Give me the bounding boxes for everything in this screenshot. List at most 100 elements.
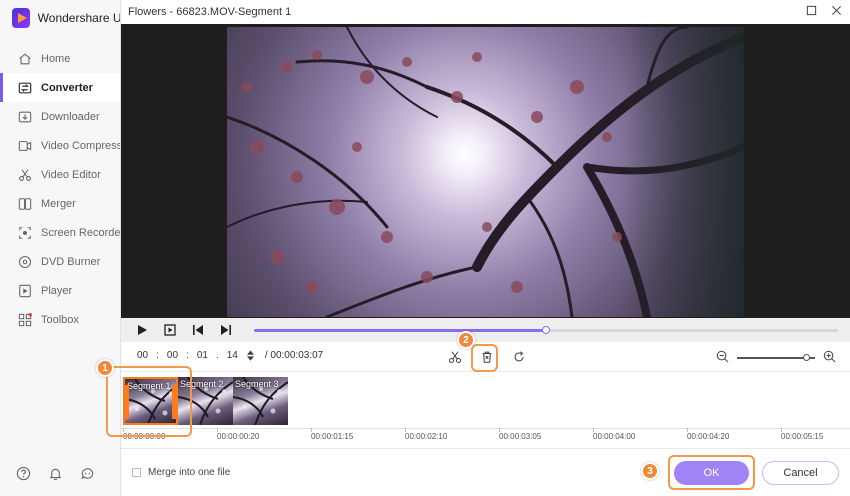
sidebar-nav: Home Converter Downloader Video Compresso Vi… (0, 44, 120, 334)
record-icon (18, 226, 32, 240)
timecode-stepper[interactable] (246, 350, 254, 361)
dialog-footer: Merge into one file OK Cancel (121, 448, 850, 496)
sidebar-item-label: Converter (41, 81, 93, 94)
timecode-minutes[interactable]: 00 (167, 350, 178, 361)
playback-controls (121, 318, 850, 342)
sidebar-item-dvd-burner[interactable]: DVD Burner (0, 247, 120, 276)
merge-icon (18, 197, 32, 211)
segment-thumbnail-1[interactable]: Segment 1 (123, 377, 178, 425)
segment-thumbnail-3[interactable]: Segment 3 (233, 377, 288, 425)
help-icon[interactable] (16, 466, 31, 484)
zoom-in-icon[interactable] (823, 350, 836, 366)
ok-button[interactable]: OK (674, 461, 749, 485)
ruler-tick-label: 00:00:04:20 (687, 432, 730, 441)
sidebar-item-label: Merger (41, 197, 76, 210)
sidebar-item-label: Video Compresso (41, 139, 120, 152)
segment-timeline: Segment 1 Segment 2 Segment 3 00:00:00:00 0… (121, 372, 850, 447)
sidebar-item-merger[interactable]: Merger (0, 189, 120, 218)
sidebar-bottom-bar (16, 466, 95, 484)
playback-progress-bar[interactable] (254, 326, 838, 334)
sidebar-item-toolbox[interactable]: Toolbox (0, 305, 120, 334)
disc-icon (18, 255, 32, 269)
blossom-branches-illustration (227, 27, 744, 317)
callout-badge-3: 3 (641, 462, 659, 480)
maximize-icon[interactable] (806, 5, 817, 19)
scissors-icon (18, 168, 32, 182)
progress-fill (254, 329, 546, 332)
home-icon (18, 52, 32, 66)
sidebar-item-label: Toolbox (41, 313, 79, 326)
segment-label: Segment 1 (127, 381, 171, 391)
sidebar-item-video-editor[interactable]: Video Editor (0, 160, 120, 189)
timecode-frames[interactable]: 14 (227, 350, 238, 361)
sidebar-item-player[interactable]: Player (0, 276, 120, 305)
app-window: Wondershare Uni Home Converter Downloader V… (0, 0, 850, 496)
sidebar-item-screen-recorder[interactable]: Screen Recorder (0, 218, 120, 247)
ruler-tick-label: 00:00:00:20 (217, 432, 260, 441)
time-ruler: 00:00:00:00 00:00:00:20 00:00:01:15 00:00:0… (121, 428, 850, 446)
sidebar-item-label: Video Editor (41, 168, 101, 181)
reset-icon[interactable] (510, 348, 528, 366)
edit-toolbar: 00 : 00 : 01 . 14 / 00:00:03:07 (121, 342, 850, 372)
merge-label: Merge into one file (148, 467, 231, 478)
dialog-title: Flowers - 66823.MOV-Segment 1 (128, 6, 292, 18)
sidebar-item-converter[interactable]: Converter (0, 73, 120, 102)
progress-handle[interactable] (542, 326, 550, 334)
callout-badge-1: 1 (96, 359, 114, 377)
video-player (121, 24, 850, 318)
zoom-slider-handle[interactable] (802, 354, 810, 361)
bell-icon[interactable] (48, 466, 63, 484)
sidebar-item-label: Home (41, 52, 71, 65)
stop-icon[interactable] (163, 323, 177, 337)
sidebar: Wondershare Uni Home Converter Downloader V… (0, 0, 121, 496)
cancel-button[interactable]: Cancel (762, 461, 839, 485)
dialog-titlebar: Flowers - 66823.MOV-Segment 1 (121, 0, 850, 24)
zoom-out-icon[interactable] (716, 350, 729, 366)
delete-segment-icon[interactable] (478, 348, 496, 366)
previous-frame-icon[interactable] (191, 323, 205, 337)
ruler-tick-label: 00:00:03:05 (499, 432, 542, 441)
timeline-zoom (716, 350, 836, 366)
download-icon (18, 110, 32, 124)
total-duration: / 00:00:03:07 (264, 350, 324, 361)
merge-checkbox[interactable] (132, 468, 141, 477)
chevron-up-icon[interactable] (246, 350, 254, 355)
ruler-tick-label: 00:00:04:00 (593, 432, 636, 441)
close-icon[interactable] (831, 5, 842, 19)
zoom-slider[interactable] (737, 354, 815, 361)
chevron-down-icon[interactable] (246, 356, 254, 361)
grid-icon (18, 312, 32, 327)
ruler-tick-label: 00:00:02:10 (405, 432, 448, 441)
player-icon (18, 284, 32, 298)
sidebar-item-label: Player (41, 284, 73, 297)
compress-icon (18, 139, 32, 153)
sidebar-item-home[interactable]: Home (0, 44, 120, 73)
merge-option[interactable]: Merge into one file (132, 467, 230, 478)
segment-label: Segment 3 (235, 379, 279, 389)
segment-label: Segment 2 (180, 379, 224, 389)
timecode-seconds[interactable]: 01 (197, 350, 208, 361)
trim-dialog: Flowers - 66823.MOV-Segment 1 00: 00: … (121, 0, 850, 496)
timecode-hours[interactable]: 00 (137, 350, 148, 361)
sidebar-item-label: Screen Recorder (41, 226, 120, 239)
sidebar-item-label: DVD Burner (41, 255, 101, 268)
converter-icon (18, 81, 32, 95)
segment-strip: Segment 1 Segment 2 Segment 3 (123, 377, 288, 425)
scissors-cut-icon[interactable] (446, 348, 464, 366)
sidebar-item-video-compresso[interactable]: Video Compresso (0, 131, 120, 160)
app-name: Wondershare Uni (37, 11, 120, 25)
segment-thumbnail-2[interactable]: Segment 2 (178, 377, 233, 425)
ruler-tick-label: 00:00:00:00 (123, 432, 166, 441)
brand: Wondershare Uni (0, 0, 120, 36)
callout-badge-2: 2 (457, 331, 475, 349)
timecode-field[interactable]: 00 : 00 : 01 . 14 / 00:00:03:07 (135, 350, 323, 361)
video-preview[interactable] (227, 27, 744, 317)
ruler-tick-label: 00:00:05:15 (781, 432, 824, 441)
next-frame-icon[interactable] (219, 323, 233, 337)
sidebar-item-label: Downloader (41, 110, 100, 123)
ruler-tick-label: 00:00:01:15 (311, 432, 354, 441)
app-logo-icon (12, 8, 30, 28)
sidebar-item-downloader[interactable]: Downloader (0, 102, 120, 131)
feedback-icon[interactable] (80, 466, 95, 484)
play-icon[interactable] (135, 323, 149, 337)
